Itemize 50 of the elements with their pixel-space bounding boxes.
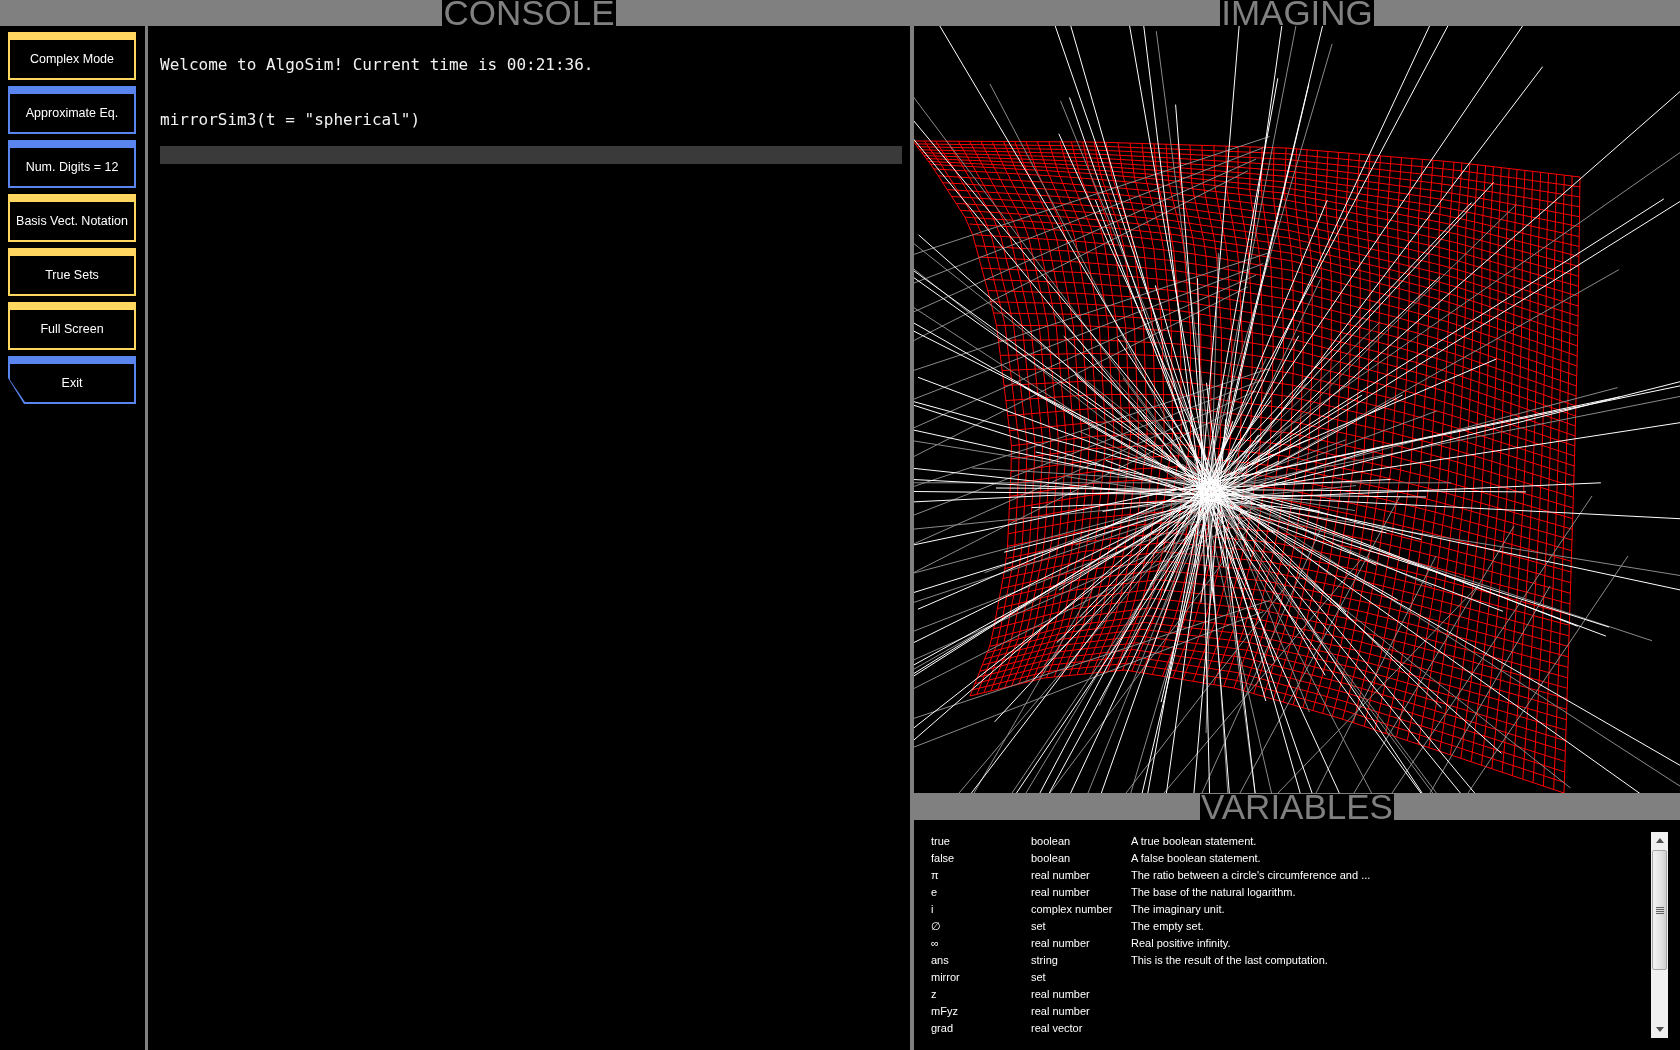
variable-name: true <box>931 834 950 849</box>
variable-type: real number <box>1031 885 1090 900</box>
caret-down-icon <box>1655 1027 1664 1032</box>
scrollbar[interactable] <box>1651 832 1668 1038</box>
variable-name: mirror <box>931 970 960 985</box>
variable-type: real number <box>1031 936 1090 951</box>
variable-type: set <box>1031 970 1046 985</box>
variable-name: z <box>931 987 937 1002</box>
variable-description: The ratio between a circle's circumference and ... <box>1131 868 1371 883</box>
sidebar-button[interactable]: Full Screen <box>8 302 136 350</box>
variable-type: real number <box>1031 987 1090 1002</box>
grip-icon <box>1655 906 1664 914</box>
variable-description: This is the result of the last computation. <box>1131 953 1328 968</box>
variable-description: The base of the natural logarithm. <box>1131 885 1296 900</box>
variable-name: ans <box>931 953 949 968</box>
sidebar-button[interactable]: Approximate Eq. <box>8 86 136 134</box>
variable-description: The empty set. <box>1131 919 1204 934</box>
variable-name: mFyz <box>931 1004 958 1019</box>
variable-type: real number <box>1031 868 1090 883</box>
variable-name: π <box>931 868 939 883</box>
variable-description: Real positive infinity. <box>1131 936 1231 951</box>
variable-type: real number <box>1031 1004 1090 1019</box>
console-line: mirrorSim3(t = "spherical") <box>160 110 421 130</box>
variable-description: The imaginary unit. <box>1131 902 1225 917</box>
sidebar-button[interactable]: Basis Vect. Notation <box>8 194 136 242</box>
sidebar-button[interactable]: Num. Digits = 12 <box>8 140 136 188</box>
variable-name: e <box>931 885 938 900</box>
variable-type: string <box>1031 953 1058 968</box>
console-line: Welcome to AlgoSim! Current time is 00:21:36. <box>160 55 594 75</box>
variable-type: real vector <box>1031 1021 1083 1036</box>
variable-name: ∅ <box>931 919 941 934</box>
variable-type: complex number <box>1031 902 1113 917</box>
variable-type: set <box>1031 919 1046 934</box>
sidebar-button[interactable]: True Sets <box>8 248 136 296</box>
variable-name: grad <box>931 1021 954 1036</box>
sidebar-button[interactable]: Exit <box>8 356 136 404</box>
variable-description: A false boolean statement. <box>1131 851 1261 866</box>
sidebar-button[interactable]: Complex Mode <box>8 32 136 80</box>
variable-name: false <box>931 851 955 866</box>
panel-title: IMAGING <box>1220 0 1374 26</box>
command-input[interactable] <box>160 146 902 164</box>
variable-description: A true boolean statement. <box>1131 834 1257 849</box>
variable-type: boolean <box>1031 851 1071 866</box>
variable-name: i <box>931 902 934 917</box>
panel-title: VARIABLES <box>1200 794 1394 820</box>
variable-name: ∞ <box>931 936 939 951</box>
panel-title: CONSOLE <box>442 0 616 26</box>
scrollbar-thumb[interactable] <box>1652 850 1667 970</box>
variable-type: boolean <box>1031 834 1071 849</box>
caret-up-icon <box>1655 838 1664 843</box>
